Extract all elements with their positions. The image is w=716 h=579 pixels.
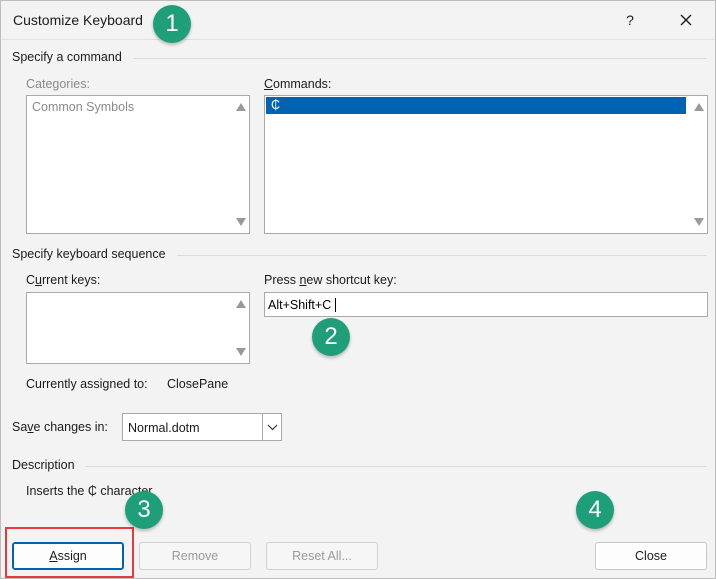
categories-listbox[interactable]: Common Symbols [26,95,250,234]
scroll-down-arrow-icon[interactable] [236,348,246,356]
currently-assigned-value: ClosePane [167,377,229,391]
commands-selected-item[interactable]: ₵ [266,97,686,114]
scroll-up-arrow-icon[interactable] [236,300,246,308]
close-button-label: Close [635,549,667,563]
reset-all-button-label: Reset All... [292,549,352,563]
currently-assigned-label: Currently assigned to: [26,377,148,391]
commands-label: Commands: [264,77,332,91]
new-shortcut-input[interactable]: Alt+Shift+C [264,292,708,317]
press-new-shortcut-label: Press new shortcut key: [264,273,397,287]
dialog-title: Customize Keyboard [13,12,143,28]
scroll-up-arrow-icon[interactable] [236,103,246,111]
new-shortcut-value: Alt+Shift+C [268,298,332,312]
current-keys-scrollbar[interactable] [232,293,249,363]
title-divider [1,39,715,40]
description-group-label: Description [12,458,75,472]
current-keys-label: Current keys: [26,273,101,287]
help-icon: ? [626,12,634,28]
remove-button[interactable]: Remove [139,542,251,570]
keyboard-sequence-group-label: Specify keyboard sequence [12,247,166,261]
commands-listbox[interactable]: ₵ [264,95,708,234]
scroll-up-arrow-icon[interactable] [694,103,704,111]
categories-item: Common Symbols [32,100,135,114]
callout-4: 4 [576,491,614,529]
scroll-down-arrow-icon[interactable] [236,218,246,226]
save-changes-combobox[interactable]: Normal.dotm [122,413,282,441]
help-button[interactable]: ? [612,5,648,35]
assign-button[interactable]: Assign [12,542,124,570]
commands-item-label: ₵ [271,98,281,112]
reset-all-button[interactable]: Reset All... [266,542,378,570]
callout-1: 1 [153,5,191,43]
scroll-down-arrow-icon[interactable] [694,218,704,226]
specify-command-group-label: Specify a command [12,50,122,64]
group-divider [133,58,707,59]
categories-scrollbar[interactable] [232,96,249,233]
close-icon [680,14,692,26]
text-caret [335,298,336,312]
close-window-button[interactable] [668,5,704,35]
group-divider [177,255,707,256]
commands-scrollbar[interactable] [690,96,707,233]
chevron-down-icon [267,424,278,431]
remove-button-label: Remove [171,549,219,563]
categories-label: Categories: [26,77,90,91]
current-keys-listbox[interactable] [26,292,250,364]
customize-keyboard-dialog: Customize Keyboard ? Specify a command C… [0,0,716,579]
callout-3: 3 [125,491,163,529]
callout-2: 2 [312,318,350,356]
close-button[interactable]: Close [595,542,707,570]
assign-button-label: Assign [49,549,87,563]
save-changes-dropdown-button[interactable] [262,414,281,440]
save-changes-value: Normal.dotm [128,421,200,435]
group-divider [85,466,707,467]
save-changes-label: Save changes in: [12,420,108,434]
